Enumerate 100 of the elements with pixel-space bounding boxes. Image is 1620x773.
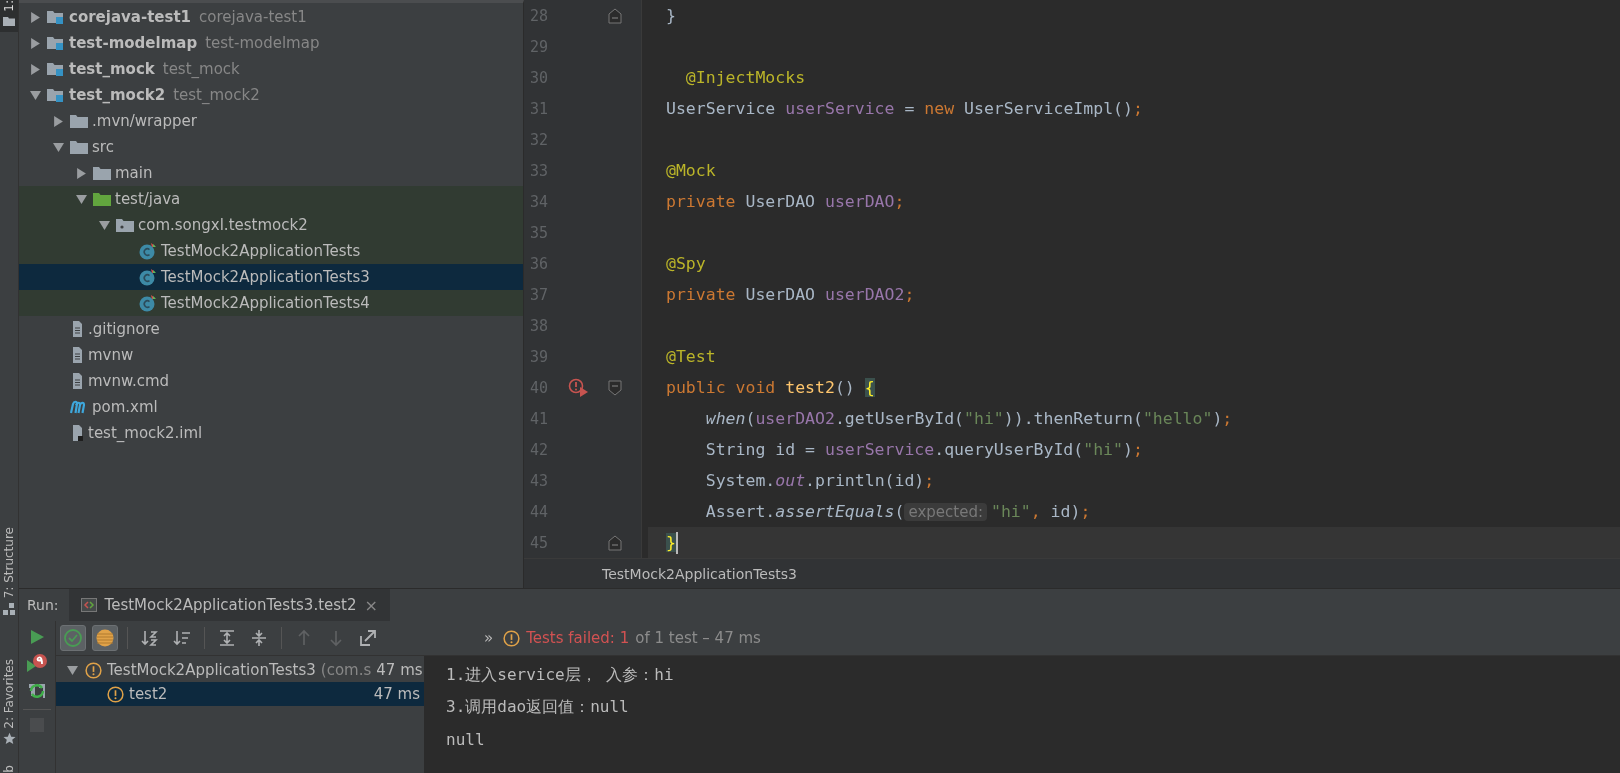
code-line: UserService userService = new UserServiceImpl(); — [665, 98, 1144, 120]
more-button[interactable]: » — [484, 629, 494, 647]
folder-icon — [93, 166, 111, 180]
test-duration: 47 ms — [376, 661, 424, 679]
code-line: String id = userService.queryUserById("hi"); — [704, 439, 1144, 461]
code-line: public void test2() { — [665, 377, 876, 399]
tree-item[interactable]: TestMock2ApplicationTests4 — [19, 290, 523, 316]
favorites-tool-tab[interactable]: 2: Favorites — [2, 658, 16, 729]
code-line: @Spy — [665, 253, 707, 275]
structure-tool-tab[interactable]: 7: Structure — [2, 527, 16, 599]
tree-item[interactable]: test_mock2 test_mock2 — [19, 82, 523, 108]
close-tab-button[interactable]: × — [364, 595, 378, 615]
tree-item[interactable]: test/java — [19, 186, 523, 212]
collapse-all-icon — [249, 628, 269, 648]
code-line: @Test — [665, 346, 717, 368]
auto-test-button[interactable] — [27, 681, 47, 701]
tree-item-label: TestMock2ApplicationTests4 — [161, 294, 370, 312]
test-name: TestMock2ApplicationTests3 — [107, 661, 316, 679]
code-line: private UserDAO userDAO; — [665, 191, 906, 213]
star-icon — [2, 732, 16, 746]
collapse-arrow-icon[interactable] — [98, 219, 110, 231]
tree-item-label: src — [92, 138, 114, 156]
collapse-arrow-icon[interactable] — [66, 664, 78, 676]
warning-icon — [503, 629, 521, 647]
tree-item[interactable]: mvnw — [19, 342, 523, 368]
module-name: test-modelmap — [205, 34, 320, 52]
console-line: 3.调用dao返回值：null — [446, 695, 630, 718]
fold-marker-icon[interactable] — [608, 7, 622, 24]
tool-tab[interactable]: b — [2, 765, 16, 773]
expand-arrow-icon[interactable] — [29, 63, 41, 75]
tree-item-label: test-modelmap — [69, 34, 198, 52]
console-line: null — [446, 728, 486, 751]
expand-arrow-icon[interactable] — [52, 115, 64, 127]
tree-item-label: test_mock — [69, 60, 155, 78]
tree-item[interactable]: .gitignore — [19, 316, 523, 342]
class-icon — [139, 268, 157, 286]
code-line: Assert.assertEquals( expected: "hi", id); — [704, 501, 1092, 523]
tree-item[interactable]: main — [19, 160, 523, 186]
tree-item[interactable]: mvnw.cmd — [19, 368, 523, 394]
show-ignored-icon — [95, 628, 115, 648]
test-result-row[interactable]: test2 47 ms — [56, 682, 424, 706]
breadcrumb[interactable]: TestMock2ApplicationTests3 — [602, 566, 797, 582]
class-icon — [139, 294, 157, 312]
tree-item[interactable]: TestMock2ApplicationTests3 — [19, 264, 523, 290]
tests-failed-text: Tests failed: 1 — [526, 629, 630, 647]
tree-item[interactable]: src — [19, 134, 523, 160]
tree-item-label: mvnw.cmd — [88, 372, 170, 390]
fold-marker-icon[interactable] — [608, 534, 622, 551]
folder-icon — [70, 114, 88, 128]
tree-item[interactable]: .mvn/wrapper — [19, 108, 523, 134]
class-icon — [139, 242, 157, 260]
tree-item[interactable]: corejava-test1 corejava-test1 — [19, 4, 523, 30]
structure-icon — [3, 602, 15, 615]
maven-icon — [70, 400, 88, 414]
run-tab[interactable]: TestMock2ApplicationTests3.test2 × — [68, 589, 390, 621]
show-ignored-button[interactable] — [92, 625, 118, 651]
sort-alpha-icon — [140, 628, 160, 648]
tree-item[interactable]: com.songxl.testmock2 — [19, 212, 523, 238]
module-folder-icon — [47, 61, 65, 77]
fold-marker-icon[interactable] — [608, 379, 622, 396]
folder-icon — [70, 140, 88, 154]
tree-item[interactable]: test_mock2.iml — [19, 420, 523, 446]
code-line: } — [665, 5, 677, 27]
collapse-arrow-icon[interactable] — [52, 141, 64, 153]
show-passed-icon — [63, 628, 83, 648]
tree-item[interactable]: test-modelmap test-modelmap — [19, 30, 523, 56]
tree-item[interactable]: pom.xml — [19, 394, 523, 420]
code-line: System.out.println(id); — [704, 470, 936, 492]
expand-arrow-icon[interactable] — [29, 37, 41, 49]
run-panel-title: Run: — [26, 597, 60, 613]
test-summary-text: of 1 test – 47 ms — [635, 629, 761, 647]
module-folder-icon — [47, 35, 65, 51]
folder-icon — [93, 192, 111, 206]
tree-item-label: mvnw — [88, 346, 134, 364]
test-config-icon — [80, 598, 97, 612]
test-result-row[interactable]: TestMock2ApplicationTests3 (com.s 47 ms — [56, 658, 424, 682]
file-icon — [70, 425, 84, 441]
module-name: corejava-test1 — [199, 8, 307, 26]
rerun-button[interactable] — [29, 629, 45, 645]
sort-duration-icon — [172, 628, 192, 648]
collapse-arrow-icon[interactable] — [75, 193, 87, 205]
tree-item-label: com.songxl.testmock2 — [138, 216, 308, 234]
expand-all-icon — [217, 628, 237, 648]
test-name: test2 — [129, 685, 168, 703]
tree-item[interactable]: TestMock2ApplicationTests — [19, 238, 523, 264]
tree-item[interactable]: test_mock test_mock — [19, 56, 523, 82]
tree-item-label: pom.xml — [92, 398, 158, 416]
expand-arrow-icon[interactable] — [75, 167, 87, 179]
file-icon — [70, 321, 84, 337]
code-line: @InjectMocks — [684, 67, 807, 89]
warning-icon — [85, 661, 102, 679]
collapse-arrow-icon[interactable] — [29, 89, 41, 101]
warning-icon — [107, 685, 124, 703]
failed-test-run-icon[interactable] — [568, 377, 590, 398]
rerun-failed-button[interactable] — [26, 653, 48, 673]
code-line: @Mock — [665, 160, 717, 182]
console-line: 1.进入service层， 入参：hi — [446, 663, 675, 686]
expand-arrow-icon[interactable] — [29, 11, 41, 23]
tree-item-label: test_mock2 — [69, 86, 166, 104]
tree-item-label: .mvn/wrapper — [92, 112, 197, 130]
